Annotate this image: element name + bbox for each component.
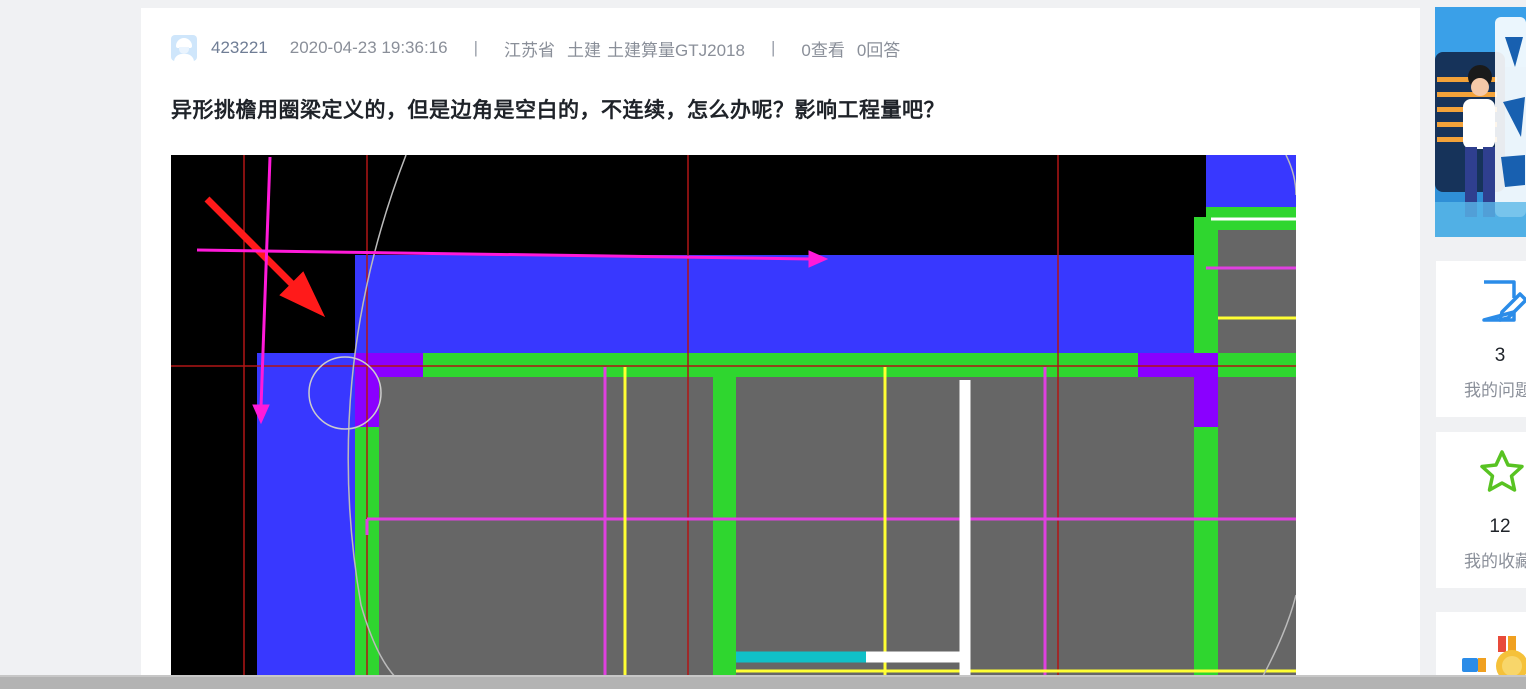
post-title: 异形挑檐用圈梁定义的，但是边角是空白的，不连续，怎么办呢？影响工程量吧？ bbox=[171, 99, 945, 122]
answer-count: 0回答 bbox=[856, 40, 901, 60]
post-meta: 423221 2020-04-23 19:36:16 | 江苏省 土建 土建算量… bbox=[171, 34, 900, 62]
meta-separator: | bbox=[473, 38, 479, 57]
my-favorites-label: 我的收藏 bbox=[1464, 552, 1526, 571]
my-questions-label: 我的问题 bbox=[1464, 381, 1526, 400]
post-date: 2020-04-23 19:36:16 bbox=[289, 38, 448, 57]
my-questions-count: 3 bbox=[1494, 345, 1506, 366]
cad-screenshot-image[interactable] bbox=[171, 155, 1296, 689]
my-favorites-count: 12 bbox=[1489, 516, 1511, 537]
blue-beam-top bbox=[355, 255, 1296, 355]
blue-beam-left bbox=[257, 353, 357, 689]
post-author[interactable]: 423221 bbox=[211, 38, 268, 58]
blue-beam-right-top bbox=[1206, 155, 1296, 207]
view-count: 0查看 bbox=[801, 40, 845, 60]
post-region: 江苏省 bbox=[504, 40, 556, 60]
meta-separator: | bbox=[770, 38, 776, 57]
post-card: 423221 2020-04-23 19:36:16 | 江苏省 土建 土建算量… bbox=[141, 8, 1420, 689]
horizontal-scrollbar-thumb[interactable] bbox=[0, 677, 1526, 689]
edit-note-icon bbox=[1482, 280, 1526, 322]
post-category: 土建 bbox=[567, 40, 602, 60]
star-icon bbox=[1480, 450, 1524, 492]
worker-helmet-avatar-icon[interactable] bbox=[171, 35, 197, 61]
promo-banner[interactable] bbox=[1435, 7, 1526, 237]
post-software: 土建算量GTJ2018 bbox=[607, 40, 745, 60]
my-questions-card[interactable]: 3 我的问题 bbox=[1436, 261, 1526, 417]
my-favorites-card[interactable]: 12 我的收藏 bbox=[1436, 432, 1526, 588]
